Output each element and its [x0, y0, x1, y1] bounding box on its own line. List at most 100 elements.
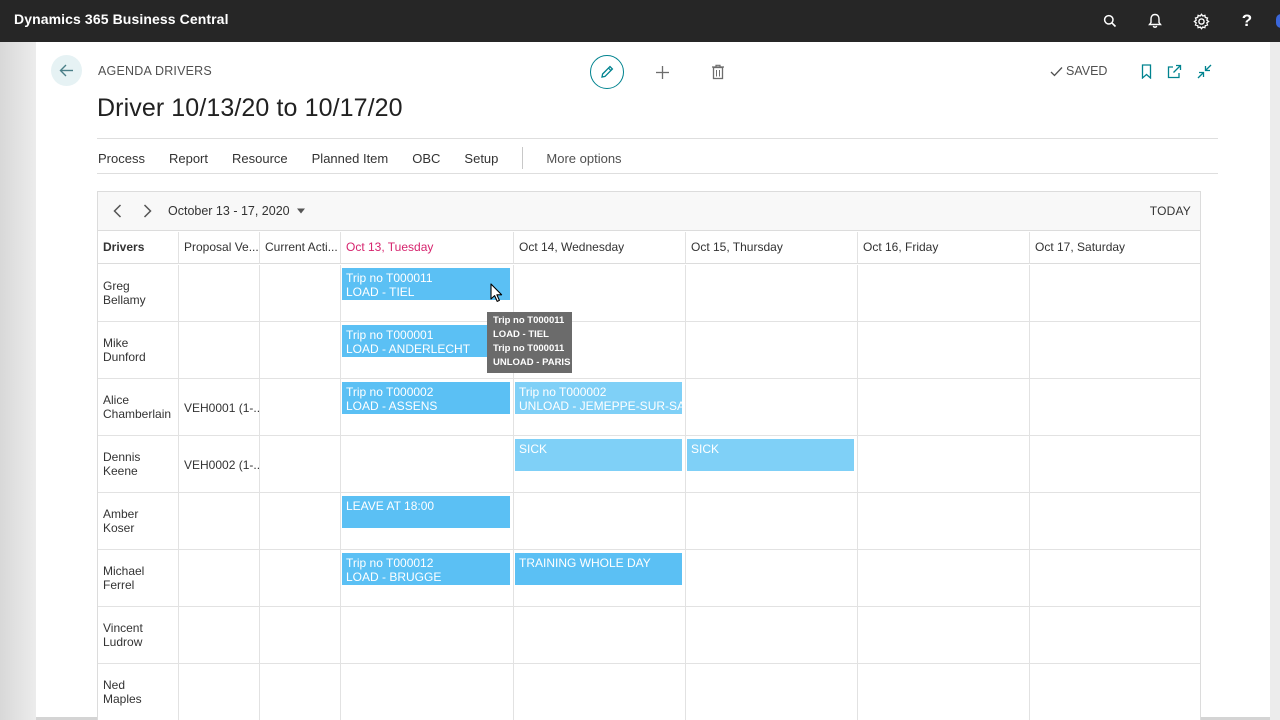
day-cell[interactable] — [514, 664, 686, 720]
current-activity-cell[interactable] — [260, 493, 341, 550]
menu-item-obc[interactable]: OBC — [412, 151, 440, 166]
bell-icon[interactable] — [1144, 10, 1166, 32]
driver-name[interactable]: Amber Koser — [98, 493, 179, 550]
day-cell[interactable] — [686, 607, 858, 664]
new-button[interactable] — [651, 61, 673, 83]
day-cell[interactable] — [1030, 493, 1200, 550]
day-cell[interactable] — [1030, 607, 1200, 664]
current-activity-cell[interactable] — [260, 607, 341, 664]
day-cell[interactable] — [858, 322, 1030, 379]
calendar-event[interactable]: Trip no T000011LOAD - TIELTrip no T00001… — [342, 268, 510, 300]
day-cell[interactable] — [686, 379, 858, 436]
calendar-event[interactable]: SICK — [515, 439, 682, 471]
proposal-vehicle-cell[interactable] — [179, 664, 260, 720]
day-cell[interactable] — [1030, 322, 1200, 379]
day-header-oct-14[interactable]: Oct 14, Wednesday — [514, 232, 686, 264]
day-cell[interactable] — [686, 265, 858, 322]
column-header-proposal-vehicle[interactable]: Proposal Ve... — [179, 232, 260, 264]
driver-name[interactable]: Alice Chamberlain — [98, 379, 179, 436]
proposal-vehicle-cell[interactable] — [179, 265, 260, 322]
day-cell[interactable] — [686, 493, 858, 550]
current-activity-cell[interactable] — [260, 379, 341, 436]
day-cell[interactable] — [341, 436, 514, 493]
date-range-picker[interactable]: October 13 - 17, 2020 — [168, 204, 306, 218]
day-cell[interactable] — [686, 550, 858, 607]
day-cell[interactable] — [858, 550, 1030, 607]
current-activity-cell[interactable] — [260, 664, 341, 720]
menu-item-process[interactable]: Process — [98, 151, 145, 166]
driver-name[interactable]: Vincent Ludrow — [98, 607, 179, 664]
collapse-button[interactable] — [1193, 60, 1215, 82]
proposal-vehicle-cell[interactable] — [179, 550, 260, 607]
gear-icon[interactable] — [1190, 10, 1212, 32]
proposal-vehicle-cell[interactable] — [179, 493, 260, 550]
current-activity-cell[interactable] — [260, 322, 341, 379]
day-header-oct-16[interactable]: Oct 16, Friday — [858, 232, 1030, 264]
date-range-label: October 13 - 17, 2020 — [168, 204, 290, 218]
avatar[interactable] — [1276, 14, 1280, 28]
day-cell[interactable] — [514, 607, 686, 664]
current-activity-cell[interactable] — [260, 436, 341, 493]
day-cell[interactable] — [341, 607, 514, 664]
proposal-vehicle-cell[interactable] — [179, 607, 260, 664]
day-cell[interactable] — [1030, 265, 1200, 322]
current-activity-cell[interactable] — [260, 550, 341, 607]
event-tooltip: Trip no T000011 LOAD - TIEL Trip no T000… — [487, 312, 572, 373]
more-options-button[interactable]: More options — [546, 151, 621, 166]
next-button[interactable] — [139, 203, 155, 219]
driver-name[interactable]: Ned Maples — [98, 664, 179, 720]
day-cell[interactable] — [686, 322, 858, 379]
day-cell[interactable] — [858, 664, 1030, 720]
calendar-event[interactable]: Trip no T000012LOAD - BRUGGETrip no T000… — [342, 553, 510, 585]
driver-name[interactable]: Greg Bellamy — [98, 265, 179, 322]
day-cell[interactable] — [514, 493, 686, 550]
day-cell[interactable] — [686, 664, 858, 720]
menu-item-resource[interactable]: Resource — [232, 151, 288, 166]
calendar-event[interactable]: Trip no T000001LOAD - ANDERLECHTTrip no … — [342, 325, 510, 357]
driver-name-line: Chamberlain — [103, 407, 172, 421]
search-icon[interactable] — [1099, 10, 1121, 32]
day-header-oct-17[interactable]: Oct 17, Saturday — [1030, 232, 1200, 264]
current-activity-cell[interactable] — [260, 265, 341, 322]
help-icon[interactable]: ? — [1236, 10, 1258, 32]
edit-button[interactable] — [590, 55, 624, 89]
driver-name[interactable]: Mike Dunford — [98, 322, 179, 379]
day-cell[interactable] — [1030, 664, 1200, 720]
bookmark-button[interactable] — [1135, 60, 1157, 82]
day-cell[interactable] — [1030, 550, 1200, 607]
menu-item-setup[interactable]: Setup — [464, 151, 498, 166]
column-header-current-activity[interactable]: Current Acti... — [260, 232, 341, 264]
driver-name[interactable]: Michael Ferrel — [98, 550, 179, 607]
menu-item-planned-item[interactable]: Planned Item — [312, 151, 389, 166]
delete-button[interactable] — [707, 61, 729, 83]
day-header-oct-13[interactable]: Oct 13, Tuesday — [341, 232, 514, 264]
day-cell[interactable] — [858, 379, 1030, 436]
day-cell[interactable] — [858, 265, 1030, 322]
calendar-event[interactable]: Trip no T000002UNLOAD - JEMEPPE-SUR-SAMB… — [515, 382, 682, 414]
day-cell[interactable] — [1030, 436, 1200, 493]
app-title[interactable]: Dynamics 365 Business Central — [14, 11, 229, 27]
event-text: TRAINING WHOLE DAY — [519, 556, 651, 570]
menu-item-report[interactable]: Report — [169, 151, 208, 166]
calendar-event[interactable]: SICK — [687, 439, 854, 471]
calendar-event[interactable]: Trip no T000002 LOAD - ASSENS — [342, 382, 510, 414]
calendar-event[interactable]: LEAVE AT 18:00 — [342, 496, 510, 528]
day-header-oct-15[interactable]: Oct 15, Thursday — [686, 232, 858, 264]
proposal-vehicle-cell[interactable] — [179, 322, 260, 379]
driver-name[interactable]: Dennis Keene — [98, 436, 179, 493]
previous-button[interactable] — [109, 203, 125, 219]
driver-name-line: Michael — [103, 564, 145, 578]
column-header-drivers[interactable]: Drivers — [98, 232, 179, 264]
open-new-window-button[interactable] — [1163, 60, 1185, 82]
proposal-vehicle-cell[interactable]: VEH0002 (1-... — [179, 436, 260, 493]
day-cell[interactable] — [341, 664, 514, 720]
day-cell[interactable] — [858, 493, 1030, 550]
day-cell[interactable] — [1030, 379, 1200, 436]
day-cell[interactable] — [858, 607, 1030, 664]
today-button[interactable]: TODAY — [1150, 204, 1191, 218]
day-cell[interactable] — [858, 436, 1030, 493]
calendar-event[interactable]: TRAINING WHOLE DAY — [515, 553, 682, 585]
back-button[interactable] — [51, 55, 82, 86]
proposal-vehicle-cell[interactable]: VEH0001 (1-... — [179, 379, 260, 436]
tooltip-line: Trip no T000011 — [493, 315, 565, 326]
